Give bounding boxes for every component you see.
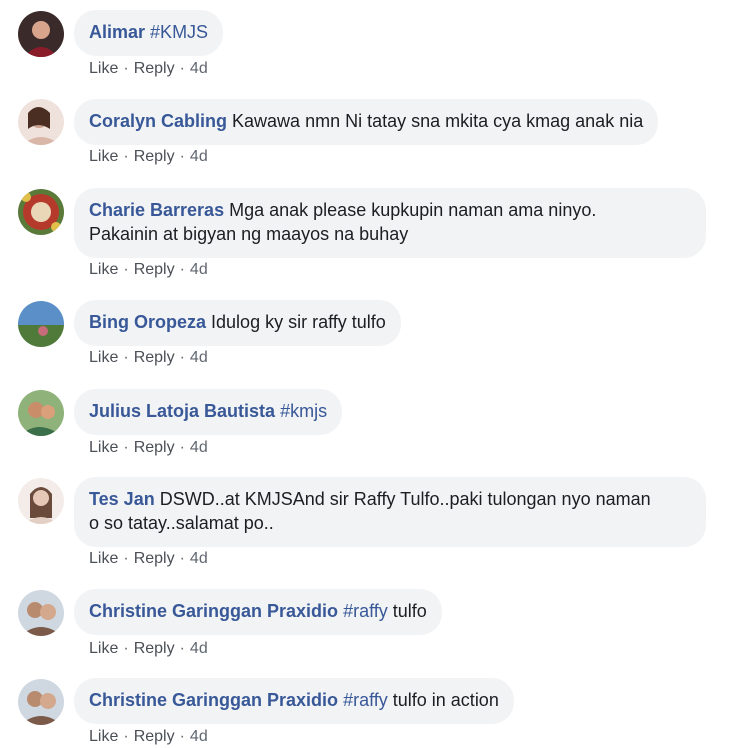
comment-author[interactable]: Julius Latoja Bautista (89, 401, 275, 421)
separator: · (179, 60, 185, 77)
comment-author[interactable]: Tes Jan (89, 489, 155, 509)
avatar[interactable] (18, 11, 64, 57)
reply-link[interactable]: Reply (134, 550, 175, 567)
comment-bubble: Charie Barreras Mga anak please kupkupin… (74, 188, 706, 258)
comment-bubble: Christine Garinggan Praxidio #raffy tulf… (74, 589, 442, 635)
comment-bubble: Bing Oropeza Idulog ky sir raffy tulfo (74, 300, 401, 346)
comment-timestamp[interactable]: 4d (190, 261, 208, 278)
comment-author[interactable]: Bing Oropeza (89, 312, 206, 332)
separator: · (123, 439, 129, 456)
comment-text-line2: Pakainin at bigyan ng maayos na buhay (89, 224, 409, 244)
comment-actions: Like · Reply · 4d (89, 148, 208, 166)
comment-text: Kawawa nmn Ni tatay sna mkita cya kmag a… (232, 111, 644, 131)
hashtag-link[interactable]: #raffy (343, 690, 388, 710)
comment-text: DSWD..at KMJSAnd sir Raffy Tulfo..paki t… (159, 489, 651, 509)
comment-timestamp[interactable]: 4d (190, 728, 208, 745)
separator: · (123, 349, 129, 366)
reply-link[interactable]: Reply (134, 349, 175, 366)
comment-author[interactable]: Christine Garinggan Praxidio (89, 601, 338, 621)
reply-link[interactable]: Reply (134, 640, 175, 657)
avatar[interactable] (18, 590, 64, 636)
separator: · (179, 349, 185, 366)
comment-bubble: Julius Latoja Bautista #kmjs (74, 389, 343, 435)
like-link[interactable]: Like (89, 640, 118, 657)
hashtag-link[interactable]: #kmjs (280, 401, 327, 421)
reply-link[interactable]: Reply (134, 261, 175, 278)
comment-bubble: Tes Jan DSWD..at KMJSAnd sir Raffy Tulfo… (74, 477, 706, 547)
like-link[interactable]: Like (89, 728, 118, 745)
comment-actions: Like · Reply · 4d (89, 349, 208, 367)
comment-timestamp[interactable]: 4d (190, 550, 208, 567)
comment-timestamp[interactable]: 4d (190, 60, 208, 77)
separator: · (179, 640, 185, 657)
separator: · (123, 60, 129, 77)
reply-link[interactable]: Reply (134, 148, 175, 165)
like-link[interactable]: Like (89, 261, 118, 278)
comment-timestamp[interactable]: 4d (190, 640, 208, 657)
comment-actions: Like · Reply · 4d (89, 439, 208, 457)
avatar[interactable] (18, 189, 64, 235)
reply-link[interactable]: Reply (134, 60, 175, 77)
separator: · (123, 148, 129, 165)
comment-text: Mga anak please kupkupin naman ama ninyo… (229, 200, 597, 220)
like-link[interactable]: Like (89, 60, 118, 77)
comment-timestamp[interactable]: 4d (190, 439, 208, 456)
comment-bubble: Coralyn Cabling Kawawa nmn Ni tatay sna … (74, 99, 659, 145)
separator: · (179, 439, 185, 456)
like-link[interactable]: Like (89, 439, 118, 456)
hashtag-link[interactable]: #raffy (343, 601, 388, 621)
avatar[interactable] (18, 478, 64, 524)
reply-link[interactable]: Reply (134, 439, 175, 456)
avatar[interactable] (18, 390, 64, 436)
comment-text: tulfo (387, 601, 427, 621)
separator: · (179, 550, 185, 567)
separator: · (123, 550, 129, 567)
separator: · (179, 261, 185, 278)
comment-text-line2: o so tatay..salamat po.. (89, 513, 274, 533)
separator: · (179, 148, 185, 165)
comment-text: tulfo in action (387, 690, 499, 710)
comment-bubble: Christine Garinggan Praxidio #raffy tulf… (74, 678, 514, 724)
separator: · (123, 728, 129, 745)
separator: · (123, 261, 129, 278)
comment-actions: Like · Reply · 4d (89, 60, 208, 78)
hashtag-link[interactable]: #KMJS (150, 22, 208, 42)
comment-actions: Like · Reply · 4d (89, 640, 208, 658)
comment-actions: Like · Reply · 4d (89, 261, 208, 279)
comment-actions: Like · Reply · 4d (89, 728, 208, 746)
like-link[interactable]: Like (89, 148, 118, 165)
like-link[interactable]: Like (89, 550, 118, 567)
comment-author[interactable]: Alimar (89, 22, 145, 42)
avatar[interactable] (18, 679, 64, 725)
comment-timestamp[interactable]: 4d (190, 148, 208, 165)
comment-timestamp[interactable]: 4d (190, 349, 208, 366)
comment-bubble: Alimar #KMJS (74, 10, 224, 56)
avatar[interactable] (18, 99, 64, 145)
comment-author[interactable]: Christine Garinggan Praxidio (89, 690, 338, 710)
avatar[interactable] (18, 301, 64, 347)
comment-text: Idulog ky sir raffy tulfo (211, 312, 386, 332)
comment-author[interactable]: Charie Barreras (89, 200, 224, 220)
comment-actions: Like · Reply · 4d (89, 550, 208, 568)
comment-author[interactable]: Coralyn Cabling (89, 111, 227, 131)
separator: · (179, 728, 185, 745)
separator: · (123, 640, 129, 657)
like-link[interactable]: Like (89, 349, 118, 366)
reply-link[interactable]: Reply (134, 728, 175, 745)
